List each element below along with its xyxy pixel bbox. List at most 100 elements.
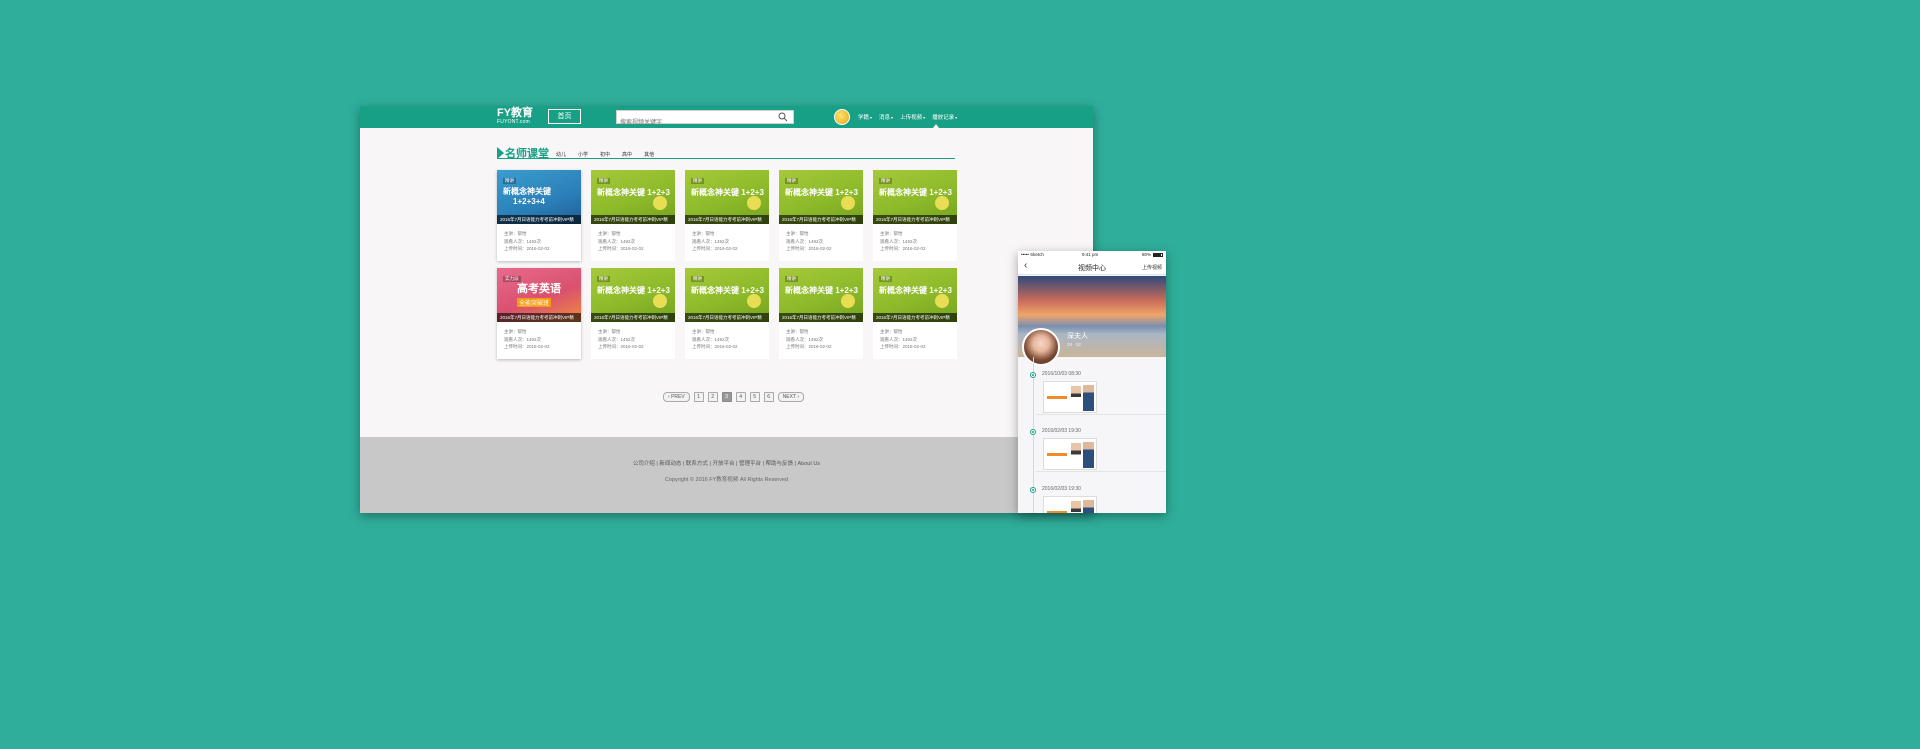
course-meta: 主讲：郁怡 观看人次：1492次 上传时间：2016-02-02 [880,328,926,351]
carrier-text: ••••• Sketch [1021,252,1044,257]
course-teacher: 主讲：郁怡 [880,231,903,236]
timeline-dot-icon [1030,487,1036,493]
nav-item-label: 上传视频 [900,115,923,121]
next-page-button[interactable]: NEXT › [777,392,804,402]
timeline-divider [1036,471,1166,472]
course-card[interactable]: 精讲 新概念神关键 1+2+3 2016年7月日语能力考考前冲刺VIP精主讲：郁怡观… [873,170,957,261]
nav-item-history[interactable]: 播放记录▾ [932,113,957,121]
tab-primary[interactable]: 小学 [578,151,588,158]
footer-link[interactable]: 联系方式 [686,461,708,467]
course-card[interactable]: 精讲 新概念神关键 1+2+3 2016年7月日语能力考考前冲刺VIP精 主讲：郁怡观… [779,268,863,359]
course-card[interactable]: 精讲 新概念神关键 1+2+3 2016年7月日语能力考考前冲刺VIP精主讲：郁怡观… [873,268,957,359]
course-upload-date: 上传时间：2016-02-02 [598,344,644,349]
profile-name: 深夫人 [1067,333,1088,340]
course-thumbnail[interactable]: 精讲 新概念神关键 1+2+3 2016年7月日语能力考考前冲刺VIP精 [685,268,769,322]
course-upload-date: 上传时间：2016-02-02 [692,344,738,349]
category-tabs: 幼儿 小学 初中 高中 其他 [556,151,666,158]
thumbnail-caption: 2016年7月日语能力考考前冲刺VIP精 [685,313,769,322]
course-views: 观看人次：1492次 [880,336,918,342]
course-thumbnail[interactable]: 精讲 新概念神关键 1+2+3+4 2016年7月日语能力考考前冲刺VIP精 [497,170,581,224]
video-thumbnail[interactable] [1043,381,1097,413]
course-card[interactable]: 精讲 新概念神关键 1+2+3+4 2016年7月日语能力考考前冲刺VIP精主讲：郁怡… [497,170,581,261]
timeline-dot-icon [1030,429,1036,435]
course-card[interactable]: 精讲 新概念神关键 1+2+3 2016年7月日语能力考考前冲刺VIP精主讲：郁怡观… [685,170,769,261]
page-button[interactable]: 4 [735,392,746,402]
footer-link[interactable]: 开放平台 [712,461,734,467]
course-thumbnail[interactable]: 精讲 新概念神关键 1+2+3 2016年7月日语能力考考前冲刺VIP精 [591,170,675,224]
course-thumbnail[interactable]: 精讲 新概念神关键 1+2+3 2016年7月日语能力考考前冲刺VIP精 [685,170,769,224]
course-views: 观看人次：1492次 [692,336,730,342]
thumbnail-title: 新概念神关键 [503,187,551,196]
footer-link[interactable]: 帮助与反馈 [765,461,793,467]
status-time: 9:41 pm [1082,252,1099,257]
course-views: 观看人次：1492次 [504,238,542,244]
course-thumbnail[interactable]: 精讲 新概念神关键 1+2+3 2016年7月日语能力考考前冲刺VIP精 [591,268,675,322]
chevron-down-icon: ▾ [923,115,926,120]
thumbnail-tag: 精讲 [879,178,892,184]
user-avatar[interactable] [834,109,850,125]
nav-item-upload[interactable]: 上传视频▾ [900,113,925,121]
thumbnail-tag: 精讲 [879,276,892,282]
course-thumbnail[interactable]: 精讲 新概念神关键 1+2+3 2016年7月日语能力考考前冲刺VIP精 [779,170,863,224]
page-button[interactable]: 5 [749,392,760,402]
timeline-time: 2016/02/03 19:30 [1042,428,1081,434]
desktop-window: FY教育 FUYONT.com 首页 学籍▾ 消息▾ 上传视频▾ 播放记录▾ 名… [360,106,1093,513]
thumbnail-tag: 精讲 [691,178,704,184]
thumbnail-caption: 2016年7月日语能力考考前冲刺VIP精 [873,215,957,224]
search-icon[interactable] [778,112,788,122]
upload-video-link[interactable]: 上传视频 [1142,264,1162,271]
course-meta: 主讲：郁怡 观看人次：1492次 上传时间：2016-02-02 [504,328,550,351]
tab-junior[interactable]: 初中 [600,151,610,158]
thumbnail-caption: 2016年7月日语能力考考前冲刺VIP精 [497,215,581,224]
page-button[interactable]: 6 [763,392,774,402]
course-meta: 主讲：郁怡 观看人次：1492次 上传时间：2016-02-02 [880,230,926,253]
timeline-divider [1036,414,1166,415]
course-views: 观看人次：1492次 [692,238,730,244]
site-logo[interactable]: FY教育 FUYONT.com [497,108,533,125]
footer-link[interactable]: 新闻动态 [659,461,681,467]
course-card[interactable]: 实力派 高考英语 全能突破班 2016年7月日语能力考考前冲刺VIP精主讲：郁怡 观看人… [497,268,581,359]
footer-link[interactable]: 管理平台 [739,461,761,467]
tab-kindergarten[interactable]: 幼儿 [556,151,566,158]
thumbnail-caption: 2016年7月日语能力考考前冲刺VIP精 [779,215,863,224]
footer-links: 公司介绍 | 新闻动态 | 联系方式 | 开放平台 | 管理平台 | 帮助与反馈… [632,461,821,467]
page-footer: 公司介绍 | 新闻动态 | 联系方式 | 开放平台 | 管理平台 | 帮助与反馈… [360,437,1093,513]
mobile-screen: ••••• Sketch 9:41 pm 80% ‹ 视频中心 上传视频 深夫人… [1018,251,1166,513]
nav-item-messages[interactable]: 消息▾ [879,113,893,121]
course-card[interactable]: 精讲 新概念神关键 1+2+3 2016年7月日语能力考考前冲刺VIP精 主讲：郁怡观… [779,170,863,261]
course-card[interactable]: 精讲 新概念神关键 1+2+3 2016年7月日语能力考考前冲刺VIP精 主讲：郁怡观… [591,170,675,261]
video-thumbnail[interactable] [1043,496,1097,513]
thumbnail-caption: 2016年7月日语能力考考前冲刺VIP精 [685,215,769,224]
page-button[interactable]: 1 [693,392,704,402]
thumbnail-tag: 精讲 [785,178,798,184]
page-button-active[interactable]: 3 [721,392,732,402]
course-card[interactable]: 精讲 新概念神关键 1+2+3 2016年7月日语能力考考前冲刺VIP精主讲：郁怡观… [591,268,675,359]
course-meta: 主讲：郁怡 观看人次：1492次 上传时间：2016-02-02 [598,328,644,351]
course-thumbnail[interactable]: 实力派 高考英语 全能突破班 2016年7月日语能力考考前冲刺VIP精 [497,268,581,322]
tab-senior[interactable]: 高中 [622,151,632,158]
footer-link[interactable]: 公司介绍 [633,461,655,467]
course-card[interactable]: 精讲 新概念神关键 1+2+3 2016年7月日语能力考考前冲刺VIP精 主讲：郁怡观… [685,268,769,359]
video-thumbnail[interactable] [1043,438,1097,470]
course-thumbnail[interactable]: 精讲 新概念神关键 1+2+3 2016年7月日语能力考考前冲刺VIP精 [779,268,863,322]
nav-item-profile[interactable]: 学籍▾ [858,113,872,121]
footer-link[interactable]: About Us [797,461,820,467]
course-thumbnail[interactable]: 精讲 新概念神关键 1+2+3 2016年7月日语能力考考前冲刺VIP精 [873,170,957,224]
home-button[interactable]: 首页 [548,109,581,124]
page-button[interactable]: 2 [707,392,718,402]
course-teacher: 主讲：郁怡 [692,231,715,236]
thumbnail-title: 新概念神关键 1+2+3 [597,286,670,295]
tab-other[interactable]: 其他 [644,151,654,158]
chevron-down-icon: ▾ [891,115,894,120]
logo-main: FY教育 [497,107,534,119]
course-teacher: 主讲：郁怡 [504,231,527,236]
course-upload-date: 上传时间：2016-02-02 [598,246,644,251]
prev-page-button[interactable]: ‹ PREV [663,392,690,402]
section-header: 名师课堂 幼儿 小学 初中 高中 其他 [497,146,955,160]
thumbnail-subtitle: 全能突破班 [517,298,552,307]
search-input[interactable] [617,117,767,129]
course-thumbnail[interactable]: 精讲 新概念神关键 1+2+3 2016年7月日语能力考考前冲刺VIP精 [873,268,957,322]
sun-decoration [841,196,855,210]
top-nav-bar: FY教育 FUYONT.com 首页 学籍▾ 消息▾ 上传视频▾ 播放记录▾ [360,106,1093,129]
thumbnail-tag: 精讲 [785,276,798,282]
